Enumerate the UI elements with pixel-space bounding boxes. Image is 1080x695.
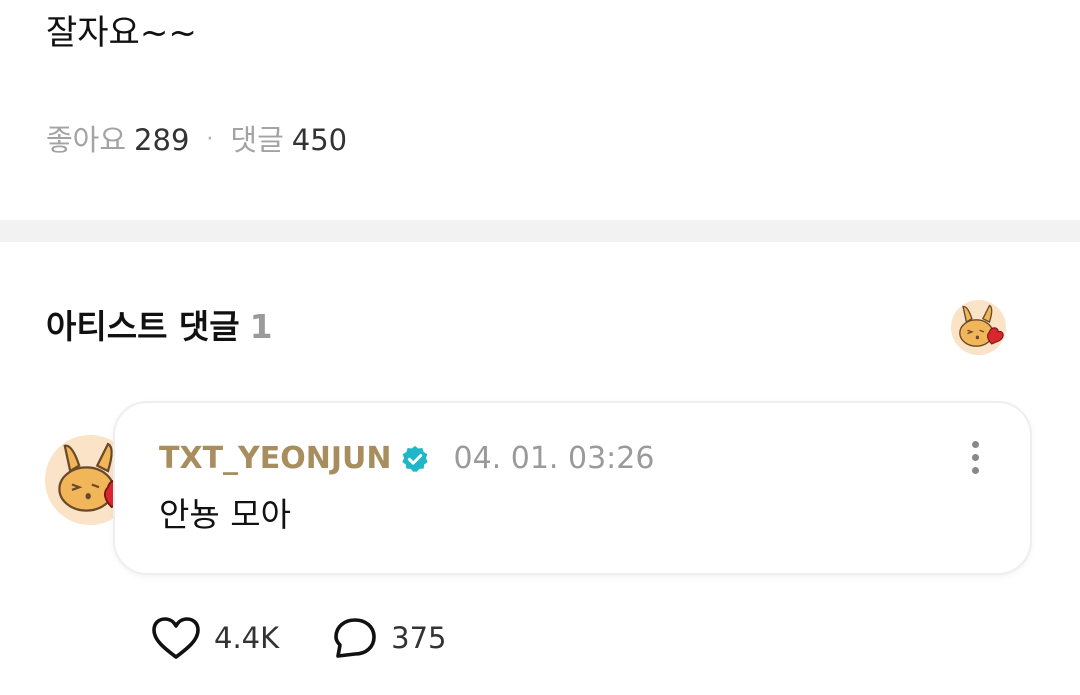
artist-comments-title: 아티스트 댓글 (46, 307, 240, 346)
likes-label: 좋아요 (46, 123, 127, 157)
comment-header: TXT_YEONJUN 04. 01. 03:26 (159, 439, 654, 479)
reply-button[interactable]: 375 (331, 615, 447, 661)
reply-count: 375 (391, 621, 447, 655)
heart-outline-icon (152, 617, 200, 659)
comment-timestamp: 04. 01. 03:26 (453, 441, 655, 476)
more-dot (971, 440, 979, 448)
comments-count[interactable]: 450 (292, 120, 347, 160)
post-body-text: 잘자요~~ (46, 13, 197, 53)
artist-comments-heading: 아티스트 댓글 1 (46, 305, 273, 349)
artist-comment-card[interactable]: TXT_YEONJUN 04. 01. 03:26 안뇽 모아 (115, 403, 1030, 573)
post-stats: 좋아요 289 · 댓글 450 (46, 120, 347, 160)
comment-author-name[interactable]: TXT_YEONJUN (159, 439, 392, 479)
comments-label: 댓글 (230, 123, 284, 157)
section-divider (0, 220, 1080, 242)
artist-comments-count: 1 (249, 307, 273, 346)
stats-separator: · (206, 127, 214, 152)
more-vertical-icon[interactable] (960, 437, 990, 477)
comment-actions: 4.4K 375 (150, 615, 447, 661)
more-dot (971, 466, 979, 474)
verified-badge-icon (400, 444, 430, 474)
like-button[interactable]: 4.4K (150, 615, 279, 661)
likes-count[interactable]: 289 (134, 120, 189, 160)
like-count: 4.4K (214, 621, 280, 655)
comment-bubble-icon (334, 618, 376, 658)
post-detail-screen: 잘자요~~ 좋아요 289 · 댓글 450 아티스트 댓글 1 TXT_YEO… (0, 0, 1080, 695)
comment-body-text: 안뇽 모아 (159, 495, 291, 534)
bunny-face-icon (951, 300, 1006, 355)
bunny-heart-avatar-icon[interactable] (951, 300, 1006, 355)
more-dot (971, 453, 979, 461)
